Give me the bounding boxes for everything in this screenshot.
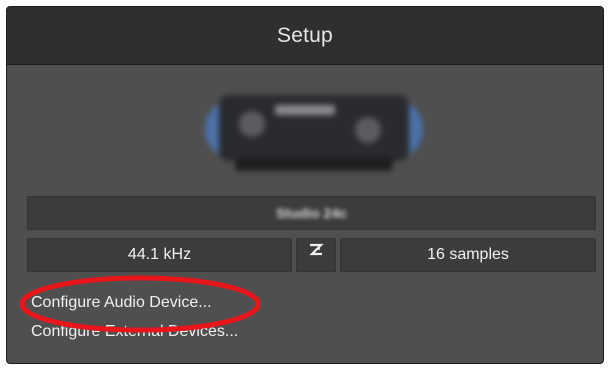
configure-external-devices-link[interactable]: Configure External Devices...: [31, 323, 238, 341]
buffer-size-field[interactable]: 16 samples: [340, 238, 596, 272]
window-title: Setup: [277, 24, 333, 47]
device-name-field[interactable]: Studio 24c: [27, 196, 596, 230]
device-name-label: Studio 24c: [276, 205, 347, 221]
configure-audio-device-link[interactable]: Configure Audio Device...: [31, 294, 212, 312]
title-bar: Setup: [7, 7, 603, 65]
z-latency-icon: [308, 237, 324, 269]
setup-panel: Setup Studio 24c 44.1 kHz 16 samples Con…: [6, 6, 604, 364]
sample-rate-field[interactable]: 44.1 kHz: [27, 238, 292, 272]
audio-interface-image: [205, 91, 423, 173]
latency-toggle-button[interactable]: [296, 238, 336, 272]
